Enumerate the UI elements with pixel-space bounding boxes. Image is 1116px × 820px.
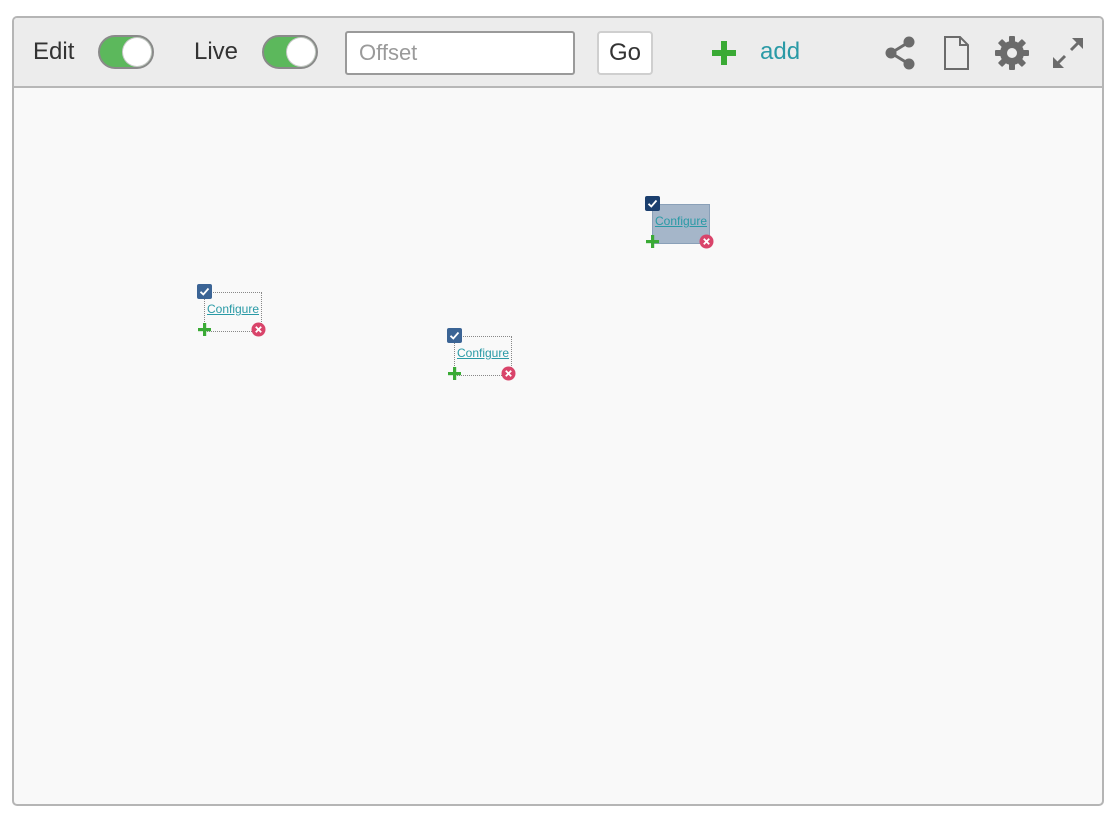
document-icon[interactable]	[938, 35, 974, 71]
check-icon	[647, 199, 658, 208]
plus-icon[interactable]	[645, 234, 660, 249]
live-label: Live	[194, 38, 239, 65]
check-icon	[449, 331, 460, 340]
configure-link[interactable]: Configure	[454, 346, 512, 360]
share-icon[interactable]	[882, 35, 918, 71]
add-plus-icon[interactable]	[711, 40, 737, 66]
configure-link[interactable]: Configure	[652, 214, 710, 228]
widget-checkbox[interactable]	[447, 328, 462, 343]
live-toggle-knob	[287, 38, 315, 66]
dashboard-canvas[interactable]: Configure Configure Configure	[14, 90, 1102, 804]
plus-icon[interactable]	[197, 322, 212, 337]
widget-placeholder[interactable]: Configure	[447, 328, 521, 381]
go-button[interactable]: Go	[597, 31, 653, 75]
widget-checkbox[interactable]	[197, 284, 212, 299]
gear-icon[interactable]	[994, 35, 1030, 71]
offset-input[interactable]	[345, 31, 575, 75]
remove-icon[interactable]	[501, 366, 516, 381]
edit-label: Edit	[33, 38, 75, 65]
widget-placeholder-selected[interactable]: Configure	[645, 196, 719, 249]
add-link[interactable]: add	[760, 36, 800, 68]
configure-link[interactable]: Configure	[204, 302, 262, 316]
widget-placeholder[interactable]: Configure	[197, 284, 271, 337]
check-icon	[199, 287, 210, 296]
fullscreen-icon[interactable]	[1050, 35, 1086, 71]
live-toggle[interactable]	[262, 35, 318, 69]
edit-toggle-knob	[123, 38, 151, 66]
widget-checkbox[interactable]	[645, 196, 660, 211]
toolbar: Edit Live Go add	[14, 18, 1102, 88]
remove-icon[interactable]	[251, 322, 266, 337]
plus-icon[interactable]	[447, 366, 462, 381]
edit-toggle[interactable]	[98, 35, 154, 69]
remove-icon[interactable]	[699, 234, 714, 249]
dashboard-frame: Edit Live Go add	[12, 16, 1104, 806]
